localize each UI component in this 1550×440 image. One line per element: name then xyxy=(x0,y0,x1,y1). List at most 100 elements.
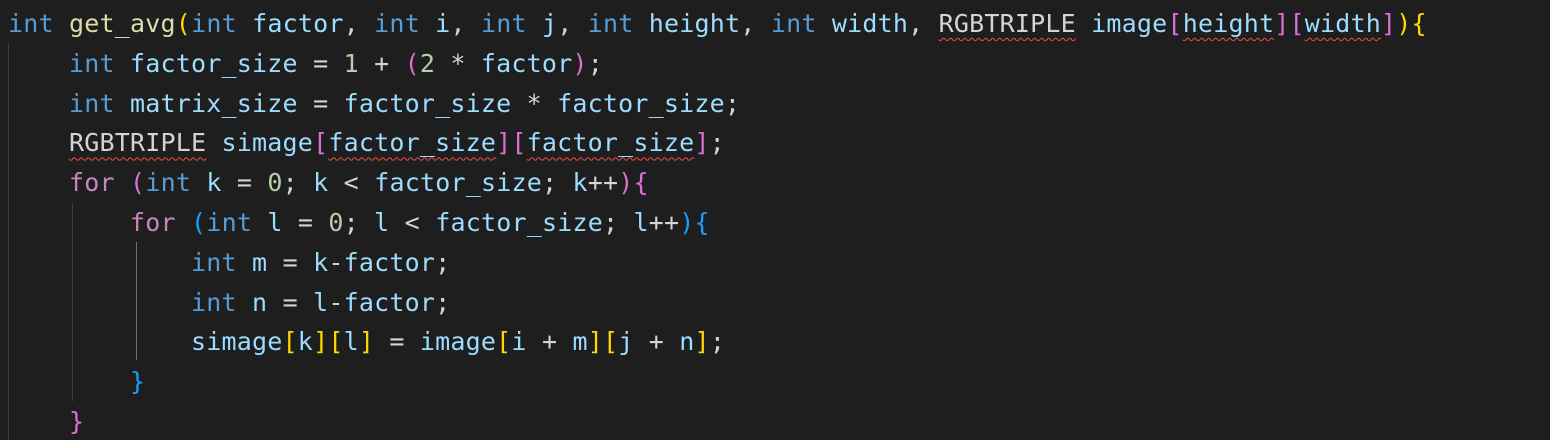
code-token: [ xyxy=(328,327,344,357)
code-token: k xyxy=(206,168,222,198)
code-token: int xyxy=(587,9,634,38)
code-token: * xyxy=(435,48,481,78)
code-token: } xyxy=(69,406,85,436)
code-token: , xyxy=(557,9,588,38)
code-token: ++ xyxy=(648,207,680,237)
code-token: = xyxy=(374,327,420,357)
code-token: ( xyxy=(175,9,192,38)
code-token: * xyxy=(511,88,558,118)
code-line[interactable]: int get_avg(int factor, int i, int j, in… xyxy=(8,4,1427,44)
code-token: int xyxy=(374,9,420,38)
code-token: k xyxy=(297,327,314,357)
code-token: j xyxy=(618,327,634,357)
code-token: ) xyxy=(679,207,695,237)
code-token: < xyxy=(328,168,375,198)
code-token: get_avg xyxy=(69,9,176,38)
code-token: ) xyxy=(618,168,634,198)
code-token: { xyxy=(1411,9,1427,38)
code-token-error: RGBTRIPLE xyxy=(69,128,207,158)
code-token: simage xyxy=(221,128,314,158)
code-editor[interactable]: int get_avg(int factor, int i, int j, in… xyxy=(0,0,1550,440)
code-token: [ xyxy=(496,327,512,357)
code-token: k xyxy=(313,247,329,277)
code-token: image xyxy=(1091,9,1168,38)
code-token: l xyxy=(313,287,329,317)
code-token: ; xyxy=(282,168,314,198)
code-token: ) xyxy=(1396,9,1412,38)
code-line[interactable]: int factor_size = 1 + (2 * factor); xyxy=(8,44,1427,84)
code-token: factor_size xyxy=(557,88,725,118)
code-content[interactable]: int get_avg(int factor, int i, int j, in… xyxy=(8,4,1427,440)
code-token: ; xyxy=(435,287,451,317)
code-token: = xyxy=(267,247,314,277)
code-line[interactable]: for (int k = 0; k < factor_size; k++){ xyxy=(8,163,1427,203)
code-token: width xyxy=(831,9,909,38)
code-token: ( xyxy=(130,168,146,198)
code-token: = xyxy=(297,88,344,118)
code-token: 2 xyxy=(419,48,436,78)
code-token: [ xyxy=(282,327,298,357)
code-token: - xyxy=(328,247,344,277)
code-token: m xyxy=(572,327,588,357)
code-token: factor_size xyxy=(374,168,542,198)
code-token: factor_size xyxy=(130,48,298,78)
code-token: ] xyxy=(587,327,603,357)
code-line[interactable]: simage[k][l] = image[i + m][j + n]; xyxy=(8,322,1427,362)
code-token: int xyxy=(69,48,115,78)
code-token: ] xyxy=(496,128,512,158)
code-token: l xyxy=(633,207,649,237)
code-token: l xyxy=(267,207,283,237)
code-token: ] xyxy=(313,327,329,357)
code-line[interactable]: int matrix_size = factor_size * factor_s… xyxy=(8,84,1427,124)
code-token: height xyxy=(648,9,741,38)
code-line[interactable]: } xyxy=(8,402,1427,440)
code-token: [ xyxy=(313,128,329,158)
code-token: factor xyxy=(343,247,436,277)
code-line[interactable]: } xyxy=(8,362,1427,402)
code-token: { xyxy=(694,207,710,237)
code-token: } xyxy=(130,367,146,397)
code-token: simage xyxy=(191,327,283,357)
code-token: factor_size xyxy=(343,88,512,118)
code-token: ; xyxy=(435,247,451,277)
code-token: , xyxy=(343,9,375,38)
code-token: n xyxy=(679,327,695,357)
code-line[interactable]: int n = l-factor; xyxy=(8,283,1427,323)
code-token: ; xyxy=(343,207,375,237)
code-token: matrix_size xyxy=(130,88,298,118)
code-line[interactable]: RGBTRIPLE simage[factor_size][factor_siz… xyxy=(8,123,1427,163)
code-token: ] xyxy=(1274,9,1290,38)
code-token: < xyxy=(389,207,436,237)
code-line[interactable]: for (int l = 0; l < factor_size; l++){ xyxy=(8,203,1427,243)
code-token: ; xyxy=(541,168,573,198)
code-token-error: RGBTRIPLE xyxy=(938,9,1076,38)
code-token: ; xyxy=(587,48,603,78)
code-token: ++ xyxy=(587,168,619,198)
code-token: { xyxy=(633,168,649,198)
code-token: int xyxy=(206,207,253,237)
code-token: factor xyxy=(252,9,344,38)
code-token: int xyxy=(191,9,237,38)
code-token: = xyxy=(267,287,314,317)
code-line[interactable]: int m = k-factor; xyxy=(8,243,1427,283)
code-token: [ xyxy=(1289,9,1305,38)
code-token: image xyxy=(419,327,497,357)
code-token: j xyxy=(541,9,558,38)
